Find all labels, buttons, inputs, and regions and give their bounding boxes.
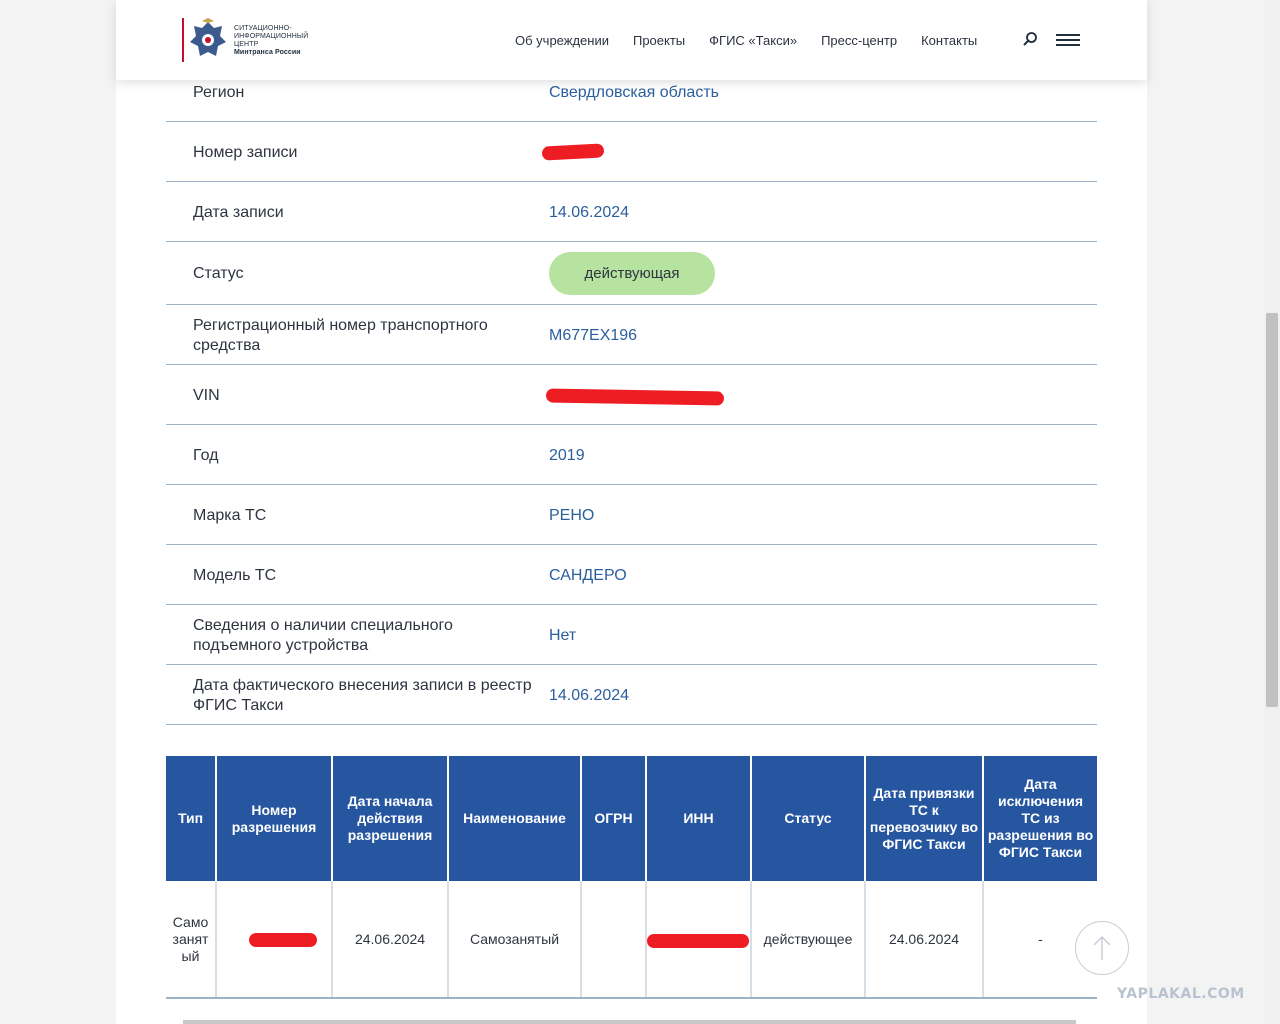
detail-label: Статус: [193, 265, 244, 282]
column-header: Тип: [166, 756, 217, 881]
detail-label: Дата записи: [193, 204, 284, 221]
detail-row-registry-date: Дата фактического внесения записи в реес…: [166, 665, 1097, 725]
site-header: Ситуационно- информационный центр Минтра…: [116, 0, 1147, 80]
cell-name: Самозанятый: [448, 881, 582, 999]
detail-label: Марка ТС: [193, 507, 267, 524]
redaction-mark: [545, 388, 725, 406]
column-header: Дата привязки ТС к перевозчику во ФГИС Т…: [865, 756, 984, 881]
emblem-icon: [190, 18, 226, 56]
detail-row-record-date: Дата записи 14.06.2024: [166, 182, 1097, 242]
table-header-row: Тип Номер разрешения Дата начала действи…: [166, 756, 1097, 881]
logo-line-4: Минтранса России: [234, 49, 301, 56]
horizontal-scrollbar[interactable]: [183, 1020, 1076, 1024]
detail-label: Сведения о наличии специального подъемно…: [193, 617, 453, 654]
column-header: Дата начала действия разрешения: [332, 756, 449, 881]
detail-row-model: Модель ТС САНДЕРО: [166, 545, 1097, 605]
nav-press-center[interactable]: Пресс-центр: [821, 33, 897, 48]
detail-row-reg-number: Регистрационный номер транспортного сред…: [166, 305, 1097, 365]
cell-start-date: 24.06.2024: [332, 881, 449, 999]
detail-row-status: Статус действующая: [166, 242, 1097, 305]
redaction-mark: [249, 933, 317, 947]
cell-permit-number: [216, 881, 333, 999]
nav-about[interactable]: Об учреждении: [515, 33, 609, 48]
watermark: YAPLAKAL.COM: [1117, 986, 1245, 1002]
logo-line-3: центр: [234, 41, 259, 48]
search-icon[interactable]: [1022, 31, 1038, 47]
permits-table: Тип Номер разрешения Дата начала действи…: [166, 756, 1097, 999]
column-header: Статус: [751, 756, 866, 881]
detail-value: Свердловская область: [549, 84, 719, 101]
logo-line-2: информационный: [234, 33, 309, 40]
nav-fgis-taxi[interactable]: ФГИС «Такси»: [709, 33, 797, 48]
column-header: Наименование: [448, 756, 582, 881]
site-logo[interactable]: Ситуационно- информационный центр Минтра…: [182, 18, 342, 62]
detail-label: VIN: [193, 387, 220, 404]
detail-label: Год: [193, 447, 219, 464]
cell-type: Самозанятый: [166, 881, 217, 999]
cell-link-date: 24.06.2024: [865, 881, 984, 999]
detail-label: Регистрационный номер транспортного сред…: [193, 317, 488, 354]
scroll-to-top-button[interactable]: [1075, 921, 1129, 975]
detail-label: Модель ТС: [193, 567, 277, 584]
cell-inn: [646, 881, 752, 999]
column-header: Номер разрешения: [216, 756, 333, 881]
column-header: Дата исключения ТС из разрешения во ФГИС…: [983, 756, 1097, 881]
detail-label: Номер записи: [193, 144, 298, 161]
detail-row-brand: Марка ТС РЕНО: [166, 485, 1097, 545]
detail-value: Нет: [549, 627, 577, 644]
cell-status: действующее: [751, 881, 866, 999]
arrow-up-icon: [1093, 935, 1111, 960]
detail-row-record-number: Номер записи: [166, 122, 1097, 182]
table-row: Самозанятый 24.06.2024 Самозанятый дейст…: [166, 881, 1097, 999]
status-badge: действующая: [549, 252, 715, 295]
detail-value: САНДЕРО: [549, 567, 627, 584]
hamburger-menu-icon[interactable]: [1056, 34, 1080, 47]
nav-contacts[interactable]: Контакты: [921, 33, 977, 48]
nav-projects[interactable]: Проекты: [633, 33, 685, 48]
main-nav: Об учреждении Проекты ФГИС «Такси» Пресс…: [515, 33, 1001, 48]
detail-row-lift-device: Сведения о наличии специального подъемно…: [166, 605, 1097, 665]
detail-row-year: Год 2019: [166, 425, 1097, 485]
detail-value: 14.06.2024: [549, 687, 630, 704]
logo-text: Ситуационно- информационный центр Минтра…: [234, 25, 344, 57]
redaction-mark: [647, 934, 749, 948]
detail-label: Регион: [193, 84, 245, 101]
detail-value: 2019: [549, 447, 585, 464]
column-header: ИНН: [646, 756, 752, 881]
logo-bar: [182, 18, 184, 62]
redaction-mark: [541, 143, 605, 161]
detail-label: Дата фактического внесения записи в реес…: [193, 677, 532, 714]
detail-value: РЕНО: [549, 507, 595, 524]
detail-row-vin: VIN: [166, 365, 1097, 425]
logo-line-1: Ситуационно-: [234, 25, 292, 32]
detail-value: 14.06.2024: [549, 204, 630, 221]
column-header: ОГРН: [581, 756, 647, 881]
scrollbar-thumb[interactable]: [1266, 313, 1278, 707]
cell-ogrn: [581, 881, 647, 999]
detail-value: М677ЕХ196: [549, 327, 638, 344]
